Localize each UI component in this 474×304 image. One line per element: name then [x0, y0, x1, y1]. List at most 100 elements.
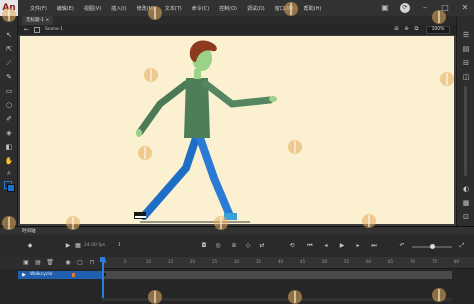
scene-label[interactable]: Scene 1 — [45, 27, 63, 32]
swatches-icon[interactable]: ▦ — [461, 198, 471, 208]
center-frame-icon[interactable]: ◘ — [200, 242, 208, 250]
delete-layer-icon[interactable]: 🗑 — [46, 259, 54, 267]
document-tab-title: 无标题-1 — [26, 18, 44, 23]
show-layer-icon[interactable]: ◉ — [64, 259, 72, 267]
sync-icon[interactable]: ⟳ — [400, 3, 410, 13]
fps-value[interactable]: 24.00 fps — [84, 243, 105, 248]
minimize-icon[interactable]: – — [420, 3, 430, 13]
library-icon[interactable]: ▤ — [461, 44, 471, 54]
menu-help[interactable]: 帮助(H) — [304, 5, 322, 12]
subselection-icon[interactable]: ⇱ — [4, 44, 14, 54]
new-layer-icon[interactable]: ▣ — [22, 259, 30, 267]
loop-icon[interactable]: ⟲ — [288, 242, 296, 250]
onion-skin-icon[interactable]: ◎ — [214, 242, 222, 250]
timeline-title[interactable]: 时间轴 — [22, 228, 36, 234]
layer-name[interactable]: Walkcycle — [30, 272, 52, 277]
align-icon[interactable]: ⊟ — [461, 58, 471, 68]
tick-label: 50 — [322, 259, 328, 264]
lock-icon[interactable]: ⊓ — [88, 259, 96, 267]
timeline-zoom-knob[interactable] — [430, 244, 435, 249]
edit-bar-icons: ⊞ ⊕ ⧉ — [393, 26, 420, 33]
playhead[interactable] — [102, 257, 104, 301]
document-tab[interactable]: 无标题-1 × — [22, 16, 54, 25]
edit-symbol-icon[interactable]: ⊞ — [393, 26, 400, 33]
transform-icon[interactable]: ◫ — [461, 72, 471, 82]
clip-icon[interactable]: ⧉ — [413, 26, 420, 33]
layer-color-marker[interactable] — [72, 273, 75, 277]
fill-color-swatch[interactable] — [7, 184, 15, 192]
tick-label: 5 — [124, 259, 127, 264]
close-icon[interactable]: ✕ — [460, 3, 470, 13]
tick-label: 60 — [366, 259, 372, 264]
camera-icon[interactable]: ▶ — [64, 242, 72, 250]
tab-close-icon[interactable]: × — [45, 18, 49, 23]
menu-edit[interactable]: 编辑(E) — [57, 5, 74, 12]
menu-debug[interactable]: 调试(D) — [247, 5, 265, 12]
menu-control[interactable]: 控制(O) — [219, 5, 237, 12]
watermark-icon — [138, 146, 152, 160]
menu-bar: An 文件(F) 编辑(E) 视图(V) 插入(I) 修改(M) 文本(T) 命… — [0, 0, 474, 16]
undo-icon[interactable]: ↶ — [398, 242, 406, 250]
play-icon[interactable]: ▶ — [338, 242, 346, 250]
watermark-icon — [432, 288, 446, 302]
bucket-icon[interactable]: ◈ — [4, 128, 14, 138]
oval-icon[interactable]: ○ — [4, 100, 14, 110]
menu-view[interactable]: 视图(V) — [84, 5, 101, 12]
menu-file[interactable]: 文件(F) — [30, 5, 47, 12]
last-frame-icon[interactable]: ⏭ — [370, 242, 378, 250]
components-icon[interactable]: ⊡ — [461, 212, 471, 222]
right-panel-scrollbar[interactable] — [464, 86, 467, 176]
eraser-icon[interactable]: ◧ — [4, 142, 14, 152]
back-arrow-icon[interactable]: ← — [24, 26, 29, 33]
first-frame-icon[interactable]: ⏮ — [306, 242, 314, 250]
menu-insert[interactable]: 插入(I) — [111, 5, 126, 12]
layer-type-icon: ▶ — [22, 272, 26, 278]
front-hand — [269, 96, 277, 102]
timeline-panel: 时间轴 ◆ ▶ ▦ 24.00 fps 1 ◘ ◎ ⧈ ◇ ⇄ ⟲ ⏮ ◂ ▶ … — [0, 226, 474, 304]
tick-label: 20 — [190, 259, 196, 264]
outline-icon[interactable]: ▢ — [76, 259, 84, 267]
menu-commands[interactable]: 命令(C) — [192, 5, 209, 12]
insert-keyframe-icon[interactable]: ◇ — [244, 242, 252, 250]
tween-icon[interactable]: ⇄ — [258, 242, 266, 250]
edit-multiple-icon[interactable]: ⧈ — [230, 242, 238, 250]
tick-label: 35 — [256, 259, 262, 264]
tick-label: 25 — [212, 259, 218, 264]
zoom-select[interactable]: 100% — [426, 26, 450, 34]
hand-icon[interactable]: ✋ — [4, 156, 14, 166]
new-folder-icon[interactable]: ▤ — [34, 259, 42, 267]
watermark-icon — [288, 290, 302, 304]
layer-depth-icon[interactable]: ▦ — [74, 242, 82, 250]
frame-ruler[interactable]: 1 5 10 15 20 25 30 35 40 45 50 55 60 65 … — [102, 257, 474, 269]
frames-row[interactable] — [102, 271, 452, 279]
watermark-icon — [148, 290, 162, 304]
color-icon[interactable]: ◐ — [461, 184, 471, 194]
menu-text[interactable]: 文本(T) — [165, 5, 182, 12]
walking-character[interactable] — [20, 36, 454, 224]
watermark-icon — [66, 216, 80, 230]
layer-row-walkcycle[interactable]: ▶ Walkcycle — [18, 271, 102, 279]
right-panel: ☰ ▤ ⊟ ◫ ◐ ▦ ⊡ — [456, 16, 474, 226]
timeline-zoom-slider[interactable] — [412, 244, 452, 249]
rectangle-icon[interactable]: ▭ — [4, 86, 14, 96]
fit-icon[interactable]: ⤢ — [458, 242, 466, 250]
current-frame[interactable]: 1 — [118, 243, 121, 248]
zoom-icon[interactable]: ⌕ — [4, 168, 14, 178]
layers-icon[interactable]: ◆ — [26, 242, 34, 250]
tick-label: 80 — [454, 259, 460, 264]
brush-icon[interactable]: ✎ — [4, 72, 14, 82]
pencil-icon[interactable]: ✐ — [4, 114, 14, 124]
center-stage-icon[interactable]: ⊕ — [403, 26, 410, 33]
stage[interactable] — [20, 36, 454, 224]
layer-tools: ▣ ▤ 🗑 ◉ ▢ ⊓ — [0, 257, 102, 269]
selection-icon[interactable]: ↖ — [4, 30, 14, 40]
free-transform-icon[interactable]: ⟋ — [4, 58, 14, 68]
prev-frame-icon[interactable]: ◂ — [322, 242, 330, 250]
workspace-icon[interactable]: ▣ — [380, 3, 390, 13]
properties-icon[interactable]: ☰ — [461, 30, 471, 40]
document-tabbar: 无标题-1 × — [18, 16, 456, 25]
playhead-handle[interactable] — [100, 257, 105, 262]
next-frame-icon[interactable]: ▸ — [354, 242, 362, 250]
timeline-controls: ◆ ▶ ▦ 24.00 fps 1 ◘ ◎ ⧈ ◇ ⇄ ⟲ ⏮ ◂ ▶ ▸ ⏭ … — [0, 235, 474, 257]
watermark-icon — [362, 214, 376, 228]
